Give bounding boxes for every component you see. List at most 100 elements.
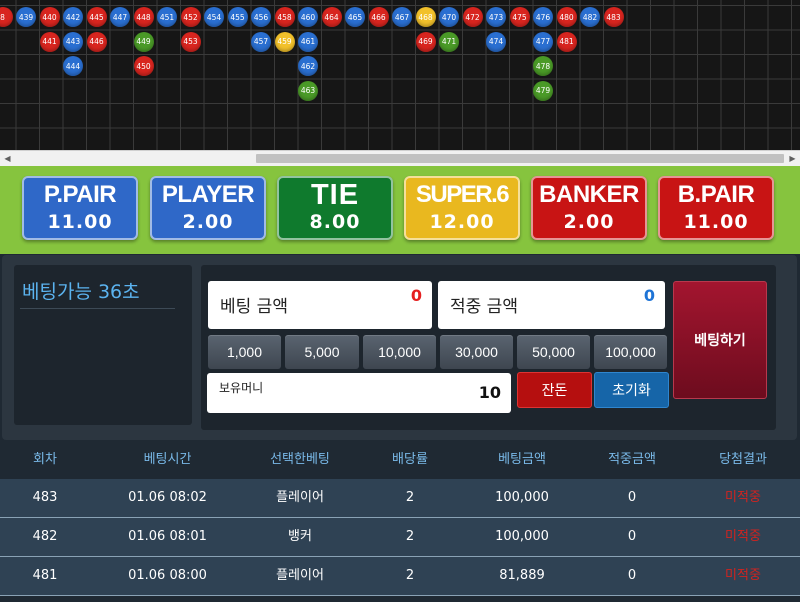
road-ball: 477 [533, 31, 553, 52]
timer-divider [20, 308, 175, 309]
bet-odds: 11.00 [47, 211, 113, 233]
road-ball: 440 [39, 7, 60, 27]
bet-odds: 8.00 [309, 211, 361, 233]
cell-result: 미적중 [725, 529, 761, 544]
bet-odds: 2.00 [182, 211, 234, 233]
cell-bet-time: 01.06 08:01 [128, 529, 207, 544]
cell-bet-amount: 100,000 [495, 490, 549, 505]
cell-selected-bet: 뱅커 [288, 529, 312, 544]
chip-100000-button[interactable]: 100,000 [594, 335, 667, 369]
road-ball: 459 [274, 31, 295, 52]
road-ball: 452 [180, 7, 201, 27]
cell-round: 483 [32, 490, 58, 505]
road-ball: 445 [86, 7, 107, 27]
col-round: 회차 [33, 452, 57, 467]
betting-timer: 베팅가능 36초 [22, 281, 140, 303]
road-ball: 443 [63, 31, 83, 52]
road-ball: 463 [298, 80, 318, 101]
road-ball: 449 [133, 31, 154, 52]
road-map: 8 439 440 441 442 443 444 445 446 447 448 449 450 451… [0, 0, 800, 150]
road-ball: 467 [392, 7, 412, 27]
bet-name: B.PAIR [677, 181, 755, 208]
cell-selected-bet: 플레이어 [276, 568, 324, 583]
road-ball: 448 [133, 7, 154, 27]
cell-odds: 2 [405, 490, 415, 505]
road-ball: 442 [63, 7, 83, 27]
road-ball: 450 [133, 56, 154, 76]
roadmap-scrollbar[interactable]: ◀ ▶ [0, 150, 800, 166]
table-row: 483 01.06 08:02 플레이어 2 100,000 0 미적중 [0, 479, 800, 518]
road-ball: 468 [415, 7, 436, 27]
balance-label: 보유머니 [219, 381, 264, 395]
reset-button[interactable]: 초기화 [594, 372, 669, 408]
road-ball: 483 [603, 7, 624, 27]
road-ball: 8 [0, 7, 13, 27]
bet-super6-button[interactable]: SUPER.6 12.00 [404, 176, 520, 240]
cell-odds: 2 [405, 529, 415, 544]
cell-selected-bet: 플레이어 [276, 490, 324, 505]
bet-tie-button[interactable]: TIE 8.00 [277, 176, 393, 240]
bet-player-pair-button[interactable]: P.PAIR 11.00 [22, 176, 138, 240]
chip-30000-button[interactable]: 30,000 [440, 335, 513, 369]
bet-amount-label: 베팅 금액 [220, 297, 288, 317]
change-button[interactable]: 잔돈 [517, 372, 592, 408]
bet-banker-button[interactable]: BANKER 2.00 [531, 176, 647, 240]
table-header: 회차 베팅시간 선택한베팅 배당률 베팅금액 적중금액 당첨결과 [0, 441, 800, 480]
chip-50000-button[interactable]: 50,000 [517, 335, 590, 369]
road-ball: 457 [251, 31, 271, 52]
chip-5000-button[interactable]: 5,000 [285, 335, 359, 369]
cell-win-amount: 0 [627, 568, 637, 583]
col-odds: 배당률 [392, 452, 428, 467]
bet-player-button[interactable]: PLAYER 2.00 [150, 176, 266, 240]
road-ball: 462 [298, 56, 318, 76]
cell-result: 미적중 [725, 490, 761, 505]
bet-name: BANKER [539, 181, 639, 208]
win-amount-box: 적중 금액 0 [438, 281, 665, 329]
bet-banker-pair-button[interactable]: B.PAIR 11.00 [658, 176, 774, 240]
road-ball: 451 [157, 7, 177, 27]
cell-round: 481 [32, 568, 58, 583]
road-ball: 446 [86, 31, 107, 52]
col-selected-bet: 선택한베팅 [270, 452, 330, 467]
cell-bet-amount: 81,889 [499, 568, 545, 583]
road-ball: 473 [486, 7, 506, 27]
cell-bet-time: 01.06 08:02 [128, 490, 207, 505]
road-ball: 454 [204, 7, 224, 27]
bet-name: SUPER.6 [415, 181, 510, 208]
chip-1000-button[interactable]: 1,000 [208, 335, 281, 369]
road-ball: 453 [180, 31, 201, 52]
place-bet-button[interactable]: 베팅하기 [673, 281, 767, 399]
bet-name: P.PAIR [43, 181, 117, 208]
road-ball: 456 [251, 7, 271, 27]
scroll-thumb[interactable] [256, 154, 784, 163]
table-row: 482 01.06 08:01 뱅커 2 100,000 0 미적중 [0, 518, 800, 557]
bet-odds: 2.00 [563, 211, 615, 233]
col-win-amount: 적중금액 [608, 452, 656, 467]
col-bet-time: 베팅시간 [143, 452, 192, 467]
road-ball: 455 [227, 7, 248, 27]
road-ball: 447 [110, 7, 130, 27]
cell-odds: 2 [405, 568, 415, 583]
road-ball: 476 [533, 7, 553, 27]
road-ball: 481 [556, 31, 577, 52]
col-result: 당첨결과 [719, 452, 767, 467]
road-ball: 466 [368, 7, 389, 27]
road-ball: 482 [580, 7, 600, 27]
road-ball: 474 [486, 31, 506, 52]
cell-bet-time: 01.06 08:00 [128, 568, 207, 583]
col-bet-amount: 베팅금액 [498, 452, 546, 467]
road-ball: 465 [345, 7, 365, 27]
scroll-right-arrow-icon[interactable]: ▶ [785, 151, 800, 166]
scroll-left-arrow-icon[interactable]: ◀ [0, 151, 15, 166]
road-ball: 475 [509, 7, 530, 27]
road-ball: 469 [415, 31, 436, 52]
road-ball: 464 [321, 7, 342, 27]
timer-box: 베팅가능 36초 [14, 265, 192, 425]
road-ball: 471 [439, 31, 459, 52]
road-ball: 470 [439, 7, 459, 27]
chip-10000-button[interactable]: 10,000 [363, 335, 436, 369]
road-ball: 460 [298, 7, 318, 27]
bet-odds: 11.00 [683, 211, 749, 233]
cell-round: 482 [32, 529, 58, 544]
bet-amount-value: 0 [410, 286, 422, 305]
